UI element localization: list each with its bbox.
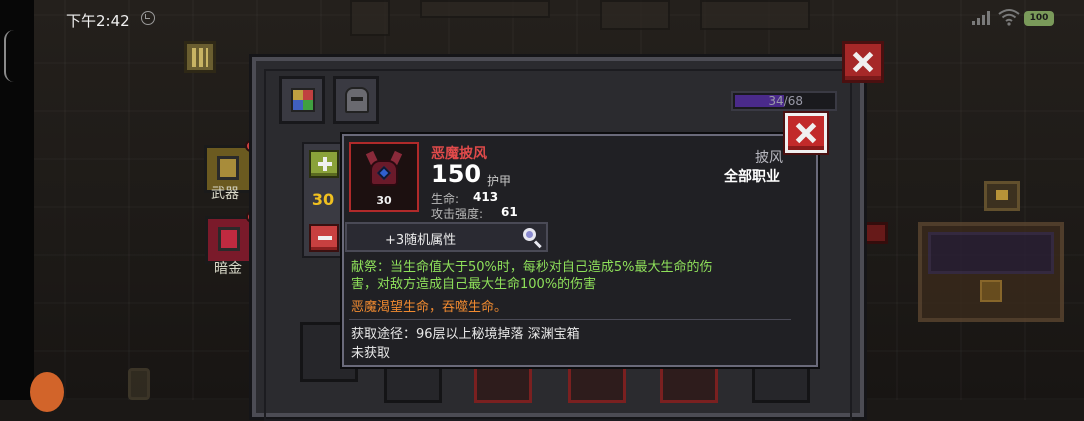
secret-gold-icon xyxy=(218,227,240,251)
secret-gold-tab-label: 暗金 xyxy=(214,261,242,277)
item-icon-frame: 30 xyxy=(349,142,419,212)
close-icon xyxy=(788,116,824,150)
screen-edge xyxy=(0,0,34,400)
effect-description-line1: 献祭：当生命值大于50%时，每秒对自己造成5%最大生命的伤 xyxy=(351,260,713,275)
tab-all-items[interactable] xyxy=(279,76,325,124)
stat-hp-value: 413 xyxy=(473,190,499,204)
status-time: 下午2:42 xyxy=(66,12,130,30)
helmet-icon xyxy=(345,87,369,113)
armor-label: 护甲 xyxy=(487,174,512,188)
background-barrel xyxy=(128,368,150,400)
demon-cloak-icon xyxy=(364,150,404,190)
decrease-button[interactable] xyxy=(309,224,339,252)
close-inventory-button[interactable] xyxy=(842,41,884,83)
quantity-stepper: 30 xyxy=(302,142,344,258)
stat-attack-label: 攻击强度: xyxy=(431,207,484,221)
weapon-tab-label: 武器 xyxy=(211,186,239,202)
grid-icon xyxy=(291,88,315,112)
item-type: 披风 xyxy=(755,150,783,166)
chest-lid xyxy=(928,232,1054,274)
status-bar: 下午2:42 100 xyxy=(0,0,1084,36)
increase-button[interactable] xyxy=(309,150,339,178)
back-gesture-indicator xyxy=(4,30,14,82)
signal-icon xyxy=(972,10,992,25)
item-class: 全部职业 xyxy=(724,169,780,185)
effect-description-line2: 害，对敌方造成自己最大生命100%的伤害 xyxy=(351,277,597,292)
armor-value: 150 xyxy=(431,160,482,188)
random-attributes-label: +3随机属性 xyxy=(385,233,457,248)
chest-notification-icon xyxy=(984,181,1020,211)
magnifier-icon xyxy=(523,228,543,249)
random-attributes-button[interactable]: +3随机属性 xyxy=(345,222,548,252)
secret-gold-tab-button[interactable] xyxy=(205,211,258,264)
inventory-capacity-bar: 34/68 xyxy=(731,91,837,111)
obtain-status: 未获取 xyxy=(351,346,391,361)
stat-attack-value: 61 xyxy=(501,205,518,219)
avatar-icon[interactable] xyxy=(30,372,64,412)
stats-menu-icon[interactable] xyxy=(184,41,216,73)
treasure-chest-icon[interactable] xyxy=(918,222,1064,322)
tab-armor[interactable] xyxy=(333,76,379,124)
quantity-value: 30 xyxy=(311,190,335,209)
curse-description: 恶魔渴望生命，吞噬生命。 xyxy=(351,300,508,315)
close-icon xyxy=(845,44,881,80)
capacity-text: 34/68 xyxy=(768,94,803,108)
chest-lock-icon xyxy=(980,280,1002,302)
background-marker xyxy=(864,222,888,244)
item-source: 获取途径：96层以上秘境掉落 深渊宝箱 xyxy=(351,327,580,342)
wifi-icon xyxy=(998,9,1020,26)
alarm-icon xyxy=(141,11,155,25)
close-popup-button[interactable] xyxy=(785,113,827,153)
divider xyxy=(349,319,791,320)
item-level: 30 xyxy=(376,194,392,207)
battery-icon: 100 xyxy=(1024,11,1054,26)
weapon-icon xyxy=(217,156,239,180)
